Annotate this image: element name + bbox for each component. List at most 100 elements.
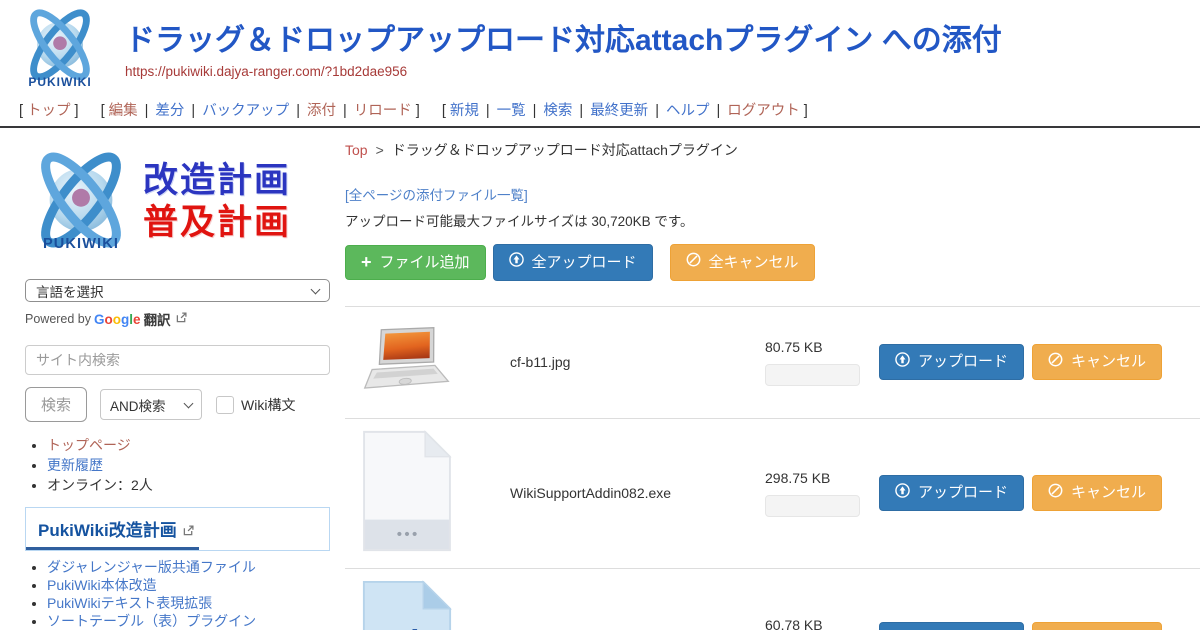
upload-file-list: cf-b11.jpg 80.75 KB アップロード キャンセル bbox=[345, 306, 1200, 630]
slogan-line2: 普及計画 bbox=[143, 202, 291, 244]
file-thumbnail bbox=[357, 321, 457, 404]
upload-button[interactable]: アップロード bbox=[879, 622, 1024, 630]
sidebar-link-core-mod[interactable]: PukiWiki本体改造 bbox=[47, 577, 157, 593]
search-mode-value: AND検索 bbox=[110, 395, 166, 415]
nav-link-top[interactable]: トップ bbox=[27, 103, 71, 119]
sidebar-logo[interactable]: PUKIWIKI 改造計画 普及計画 bbox=[25, 140, 330, 264]
title-block: ドラッグ＆ドロップアップロード対応attachプラグイン への添付 https:… bbox=[0, 0, 1200, 81]
nav-link-recent[interactable]: 最終更新 bbox=[590, 103, 648, 119]
breadcrumb-home-link[interactable]: Top bbox=[345, 142, 368, 158]
nav-link-diff[interactable]: 差分 bbox=[155, 103, 184, 119]
nav-group-page: [編集|差分|バックアップ|添付|リロード] bbox=[97, 103, 424, 119]
breadcrumb: Top > ドラッグ＆ドロップアップロード対応attachプラグイン bbox=[345, 140, 1200, 160]
code-file-icon: </> bbox=[361, 579, 453, 630]
list-item: PukiWikiテキスト表現拡張 bbox=[47, 596, 337, 612]
cancel-button[interactable]: キャンセル bbox=[1032, 344, 1162, 381]
search-input[interactable] bbox=[25, 345, 330, 375]
external-link-icon bbox=[176, 312, 187, 326]
all-pages-attach-list-link[interactable]: [全ページの添付ファイル一覧] bbox=[345, 184, 528, 204]
nav-link-edit[interactable]: 編集 bbox=[109, 103, 138, 119]
file-name: cf-b11.jpg bbox=[510, 354, 765, 370]
search-controls: 検索 AND検索 Wiki構文 bbox=[25, 387, 330, 422]
pukiwiki-attach-page: PUKIWIKI ドラッグ＆ドロップアップロード対応attachプラグイン への… bbox=[0, 0, 1200, 630]
svg-text:PUKIWIKI: PUKIWIKI bbox=[43, 236, 119, 252]
search-button[interactable]: 検索 bbox=[25, 387, 87, 422]
file-size: 80.75 KB bbox=[765, 339, 860, 355]
sidebar-plugin-links: ダジャレンジャー版共通ファイル PukiWiki本体改造 PukiWikiテキス… bbox=[47, 560, 337, 630]
bracket: ] bbox=[804, 103, 808, 119]
add-files-button[interactable]: + ファイル追加 bbox=[345, 245, 486, 281]
bracket: ] bbox=[75, 103, 79, 119]
nav-link-new[interactable]: 新規 bbox=[450, 103, 479, 119]
top-navbar: [トップ] [編集|差分|バックアップ|添付|リロード] [新規|一覧|検索|最… bbox=[0, 97, 1200, 128]
list-item: オンライン：2人 bbox=[47, 477, 330, 494]
ban-circle-icon bbox=[686, 252, 701, 273]
slogan-line1: 改造計画 bbox=[143, 160, 291, 202]
sidebar-section-header[interactable]: PukiWiki改造計画 bbox=[25, 507, 330, 551]
upload-button[interactable]: アップロード bbox=[879, 475, 1024, 512]
laptop-photo-thumbnail bbox=[359, 321, 455, 404]
bracket: [ bbox=[442, 103, 446, 119]
cancel-button[interactable]: キャンセル bbox=[1032, 622, 1162, 630]
upload-button[interactable]: アップロード bbox=[879, 344, 1024, 381]
breadcrumb-separator: > bbox=[376, 142, 384, 158]
row-buttons: アップロード キャンセル bbox=[879, 344, 1162, 381]
header: PUKIWIKI ドラッグ＆ドロップアップロード対応attachプラグイン への… bbox=[0, 0, 1200, 97]
file-name: WikiSupportAddin082.exe bbox=[510, 485, 765, 501]
row-buttons: アップロード キャンセル bbox=[879, 475, 1162, 512]
separator: | bbox=[343, 103, 347, 119]
wiki-syntax-checkbox[interactable] bbox=[216, 396, 234, 414]
ban-circle-icon bbox=[1048, 483, 1063, 504]
separator: | bbox=[579, 103, 583, 119]
page-url-link[interactable]: https://pukiwiki.dajya-ranger.com/?1bd2d… bbox=[125, 64, 407, 79]
page-title: ドラッグ＆ドロップアップロード対応attachプラグイン への添付 bbox=[125, 24, 1200, 59]
main-content: Top > ドラッグ＆ドロップアップロード対応attachプラグイン [全ページの添… bbox=[330, 128, 1200, 630]
online-count: オンライン：2人 bbox=[47, 477, 153, 493]
external-link-icon bbox=[183, 523, 194, 541]
sidebar-link-update-history[interactable]: 更新履歴 bbox=[47, 457, 103, 473]
bracket: ] bbox=[416, 103, 420, 119]
nav-link-logout[interactable]: ログアウト bbox=[727, 103, 800, 119]
file-thumbnail bbox=[357, 429, 457, 558]
file-meta: 298.75 KB bbox=[765, 470, 860, 517]
sidebar-link-sort-table[interactable]: ソートテーブル（表）プラグイン bbox=[47, 613, 256, 629]
cancel-button[interactable]: キャンセル bbox=[1032, 475, 1162, 512]
nav-link-help[interactable]: ヘルプ bbox=[666, 103, 710, 119]
file-row: </> contents.html 60.78 KB アップロード bbox=[345, 568, 1200, 630]
nav-link-reload[interactable]: リロード bbox=[354, 103, 412, 119]
upload-all-button[interactable]: 全アップロード bbox=[493, 244, 653, 281]
nav-link-list[interactable]: 一覧 bbox=[497, 103, 526, 119]
file-size: 60.78 KB bbox=[765, 617, 860, 630]
wiki-syntax-label: Wiki構文 bbox=[241, 395, 295, 415]
sidebar-link-text-ext[interactable]: PukiWikiテキスト表現拡張 bbox=[47, 595, 212, 611]
nav-link-search[interactable]: 検索 bbox=[543, 103, 572, 119]
nav-link-backup[interactable]: バックアップ bbox=[202, 103, 289, 119]
language-select[interactable]: 言語を選択 bbox=[25, 279, 330, 302]
pukiwiki-atom-icon: PUKIWIKI bbox=[25, 144, 137, 261]
section-accent-bar bbox=[26, 547, 199, 550]
file-row: WikiSupportAddin082.exe 298.75 KB アップロード… bbox=[345, 418, 1200, 568]
separator: | bbox=[486, 103, 490, 119]
sidebar-link-common-files[interactable]: ダジャレンジャー版共通ファイル bbox=[47, 559, 256, 575]
search-mode-select[interactable]: AND検索 bbox=[100, 389, 202, 420]
site-logo[interactable]: PUKIWIKI bbox=[14, 4, 106, 96]
generic-file-icon bbox=[361, 429, 453, 558]
upload-label: アップロード bbox=[918, 483, 1008, 503]
ban-circle-icon bbox=[1048, 352, 1063, 373]
nav-link-attach[interactable]: 添付 bbox=[307, 103, 336, 119]
sidebar-link-top-page[interactable]: トップページ bbox=[47, 437, 131, 453]
add-files-label: ファイル追加 bbox=[380, 253, 470, 273]
cancel-all-button[interactable]: 全キャンセル bbox=[670, 244, 815, 281]
upload-label: アップロード bbox=[918, 352, 1008, 372]
separator: | bbox=[655, 103, 659, 119]
language-select-value: 言語を選択 bbox=[36, 281, 104, 301]
list-item: トップページ bbox=[47, 437, 330, 454]
row-buttons: アップロード キャンセル bbox=[879, 622, 1162, 630]
cancel-all-label: 全キャンセル bbox=[709, 253, 799, 273]
list-item: ソートテーブル（表）プラグイン bbox=[47, 614, 337, 630]
breadcrumb-current: ドラッグ＆ドロップアップロード対応attachプラグイン bbox=[392, 142, 738, 158]
separator: | bbox=[145, 103, 149, 119]
section-title: PukiWiki改造計画 bbox=[38, 521, 177, 540]
separator: | bbox=[533, 103, 537, 119]
max-upload-size-text: アップロード可能最大ファイルサイズは 30,720KB です。 bbox=[345, 210, 1200, 230]
